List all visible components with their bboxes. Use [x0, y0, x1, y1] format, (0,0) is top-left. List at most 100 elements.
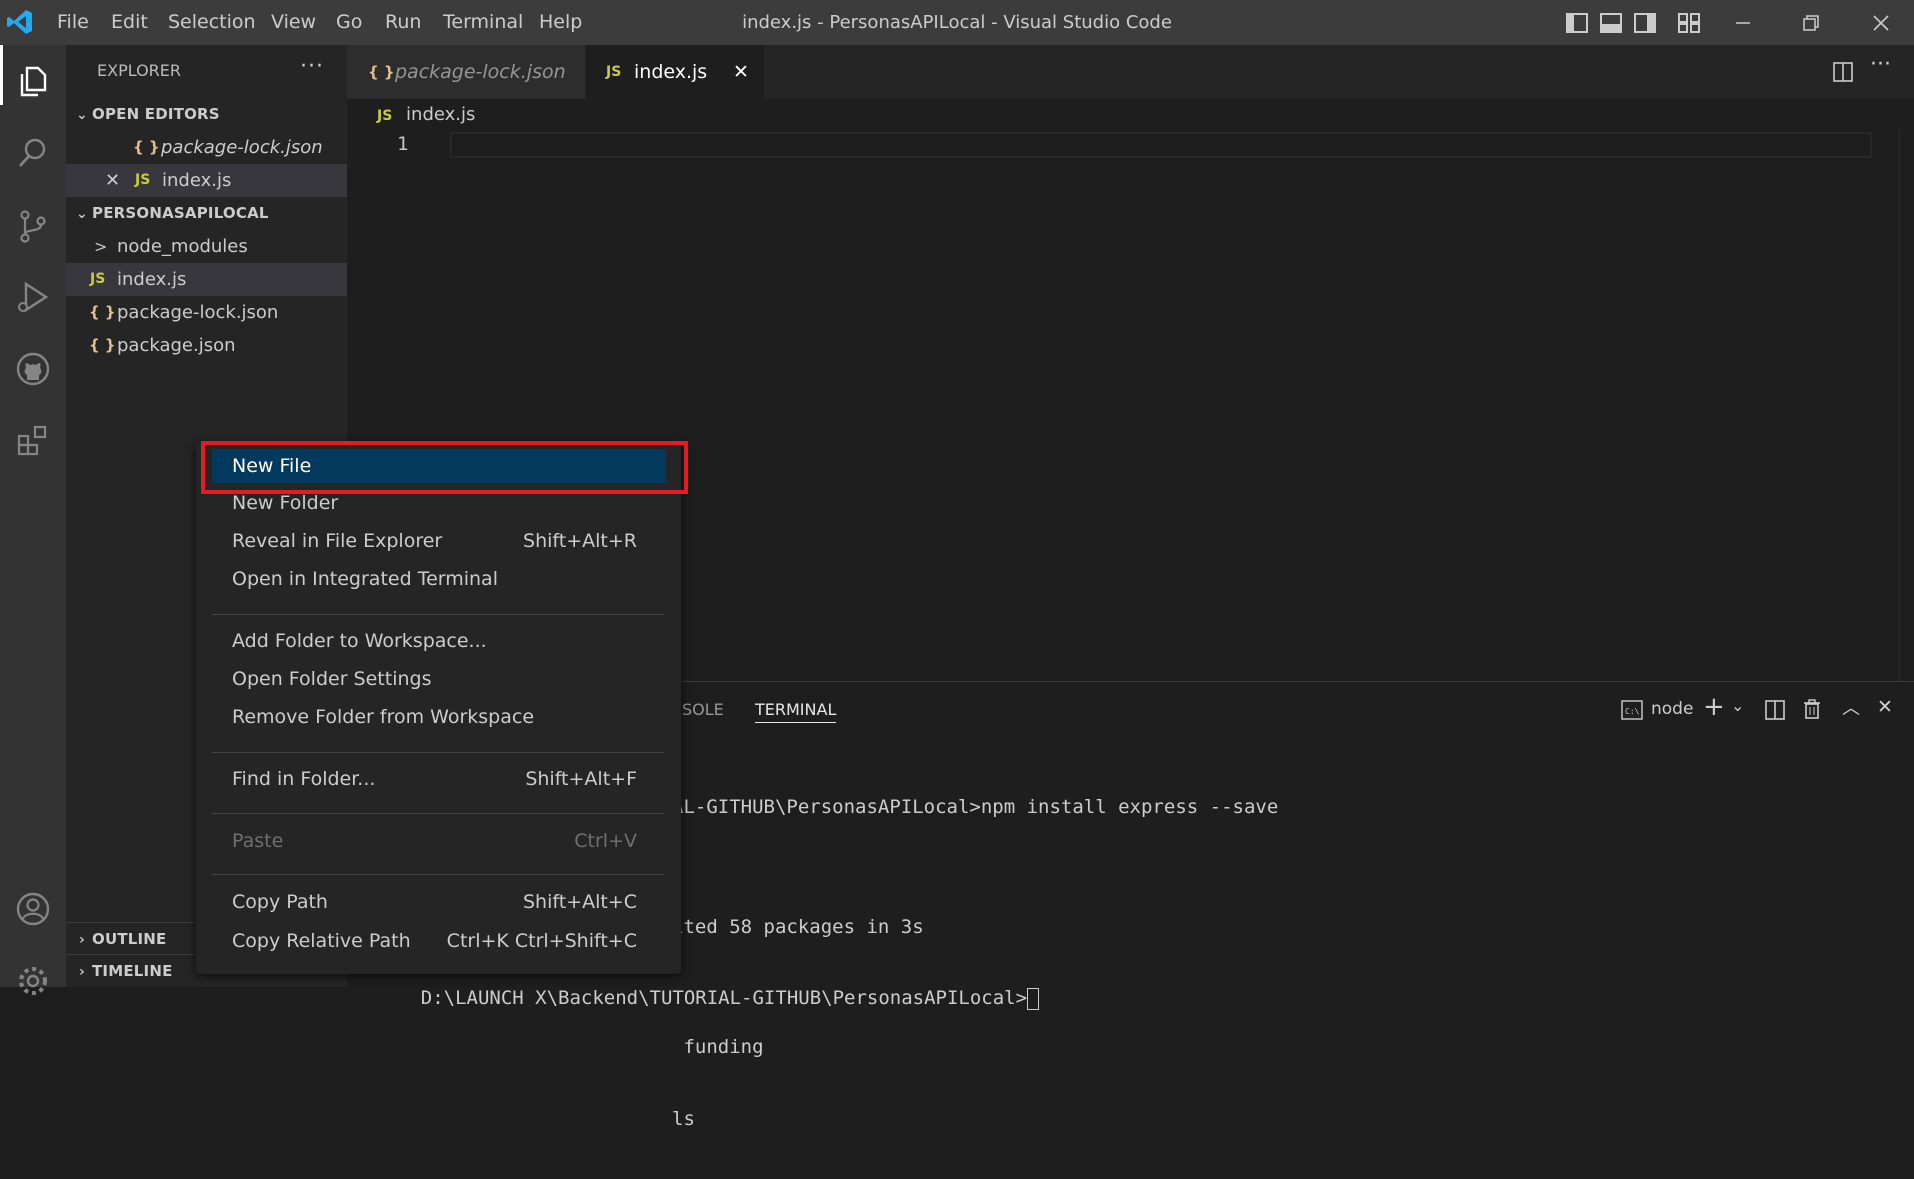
vscode-logo-icon [7, 10, 32, 34]
menu-item-remove-folder[interactable]: Remove Folder from Workspace [212, 700, 666, 734]
terminal-line: funding [672, 1036, 764, 1058]
menu-item-copy-relative-path[interactable]: Copy Relative Path Ctrl+K Ctrl+Shift+C [212, 924, 666, 958]
menu-separator [212, 874, 664, 875]
close-panel-icon[interactable]: ✕ [1877, 696, 1893, 718]
editor-tab-bar: { } package-lock.json JS index.js ✕ ··· [347, 45, 1914, 99]
file-tree-item[interactable]: { } package.json [66, 329, 347, 362]
file-tree-item[interactable]: { } package-lock.json [66, 296, 347, 329]
breadcrumb[interactable]: JS index.js [377, 104, 475, 125]
file-name: node_modules [117, 236, 248, 257]
menu-item-label: Remove Folder from Workspace [232, 706, 535, 728]
menu-item-open-in-terminal[interactable]: Open in Integrated Terminal [212, 562, 666, 596]
menu-item-label: Paste [232, 830, 284, 852]
open-editors-header[interactable]: ⌄ OPEN EDITORS [66, 98, 347, 131]
menu-file[interactable]: File [57, 0, 89, 45]
menu-item-label: Open Folder Settings [232, 668, 432, 690]
explorer-icon[interactable] [0, 51, 66, 111]
chevron-down-icon[interactable]: ⌄ [1731, 696, 1744, 715]
breadcrumb-file[interactable]: index.js [406, 104, 475, 125]
open-editor-name: index.js [162, 170, 232, 191]
menu-item-label: Reveal in File Explorer [232, 530, 443, 552]
outline-label: OUTLINE [92, 930, 167, 948]
source-control-icon[interactable] [0, 196, 66, 256]
trash-icon[interactable] [1802, 698, 1822, 720]
search-icon[interactable] [0, 123, 66, 183]
github-icon[interactable] [0, 339, 66, 399]
timeline-label: TIMELINE [92, 962, 173, 980]
tab-label: index.js [634, 61, 708, 83]
menu-go[interactable]: Go [336, 0, 362, 45]
close-editor-icon[interactable]: ✕ [105, 164, 120, 197]
restore-icon[interactable] [1786, 0, 1836, 45]
menu-separator [212, 752, 664, 753]
run-and-debug-icon[interactable] [0, 267, 66, 327]
terminal-line: AL-GITHUB\PersonasAPILocal>npm install e… [672, 796, 1279, 818]
terminal-line: ls [672, 1108, 695, 1130]
menu-item-new-folder[interactable]: New Folder [212, 486, 666, 520]
title-bar: File Edit Selection View Go Run Terminal… [0, 0, 1914, 45]
folder-header[interactable]: ⌄ PERSONASAPILOCAL [66, 197, 347, 230]
customize-layout-icon[interactable] [1678, 13, 1700, 33]
menu-item-shortcut: Ctrl+V [574, 830, 637, 852]
menu-item-open-folder-settings[interactable]: Open Folder Settings [212, 662, 666, 696]
terminal-icon: C:\ [1621, 700, 1643, 720]
split-editor-icon[interactable] [1832, 61, 1854, 83]
menu-item-label: Find in Folder... [232, 768, 376, 790]
new-terminal-icon[interactable]: + [1703, 692, 1725, 722]
file-name: package.json [117, 335, 236, 356]
menu-item-copy-path[interactable]: Copy Path Shift+Alt+C [212, 885, 666, 919]
tab-terminal[interactable]: TERMINAL [755, 700, 837, 723]
context-menu: New File New Folder Reveal in File Explo… [196, 442, 681, 974]
split-terminal-icon[interactable] [1764, 699, 1786, 721]
menu-item-label: Add Folder to Workspace... [232, 630, 487, 652]
menu-item-add-folder-to-workspace[interactable]: Add Folder to Workspace... [212, 624, 666, 658]
file-name: index.js [117, 269, 187, 290]
terminal-cursor [1027, 987, 1040, 1010]
more-actions-icon[interactable]: ··· [1870, 52, 1891, 77]
open-editor-item[interactable]: { } package-lock.json [66, 131, 347, 164]
terminal-prompt: D:\LAUNCH X\Backend\TUTORIAL-GITHUB\Pers… [420, 987, 1028, 1009]
line-number: 1 [397, 133, 409, 155]
menu-edit[interactable]: Edit [111, 0, 148, 45]
toggle-primary-sidebar-icon[interactable] [1566, 13, 1588, 33]
chevron-right-icon: › [79, 964, 85, 980]
json-file-icon: { } [89, 336, 116, 354]
menu-run[interactable]: Run [385, 0, 421, 45]
toggle-secondary-sidebar-icon[interactable] [1634, 13, 1656, 33]
tab-index-js[interactable]: JS index.js ✕ [586, 45, 764, 99]
file-tree-item[interactable]: > node_modules [66, 230, 347, 263]
terminal-name[interactable]: node [1651, 699, 1693, 719]
folder-label: PERSONASAPILOCAL [92, 204, 269, 222]
close-tab-icon[interactable]: ✕ [733, 45, 749, 99]
chevron-right-icon: > [94, 237, 108, 256]
minimize-icon[interactable] [1718, 0, 1768, 45]
json-file-icon: { } [368, 63, 395, 81]
close-window-icon[interactable] [1856, 0, 1906, 45]
file-tree-item[interactable]: JS index.js [66, 263, 347, 296]
menu-view[interactable]: View [271, 0, 316, 45]
open-editor-item[interactable]: ✕ JS index.js [66, 164, 347, 197]
menu-terminal[interactable]: Terminal [443, 0, 523, 45]
menu-item-shortcut: Shift+Alt+C [522, 891, 637, 913]
menu-separator [212, 813, 664, 814]
menu-item-new-file[interactable]: New File [212, 449, 666, 483]
menu-selection[interactable]: Selection [168, 0, 256, 45]
menu-help[interactable]: Help [539, 0, 582, 45]
menu-item-shortcut: Ctrl+K Ctrl+Shift+C [446, 930, 637, 952]
accounts-icon[interactable] [0, 879, 66, 939]
menu-item-shortcut: Shift+Alt+R [523, 530, 637, 552]
editor-scrollbar[interactable] [1899, 129, 1914, 681]
tab-package-lock[interactable]: { } package-lock.json [347, 45, 586, 99]
activity-bar [0, 45, 66, 995]
menu-item-find-in-folder[interactable]: Find in Folder... Shift+Alt+F [212, 762, 666, 796]
tab-debug-console[interactable]: SOLE [682, 700, 724, 719]
file-name: package-lock.json [117, 302, 279, 323]
manage-gear-icon[interactable] [0, 951, 66, 1011]
menu-item-reveal-in-file-explorer[interactable]: Reveal in File Explorer Shift+Alt+R [212, 524, 666, 558]
more-actions-icon[interactable]: ··· [300, 54, 324, 79]
maximize-panel-icon[interactable]: ︿ [1842, 694, 1860, 720]
js-file-icon: JS [135, 172, 151, 188]
extensions-icon[interactable] [0, 411, 66, 471]
menu-item-label: Open in Integrated Terminal [232, 568, 498, 590]
toggle-panel-icon[interactable] [1600, 13, 1622, 33]
